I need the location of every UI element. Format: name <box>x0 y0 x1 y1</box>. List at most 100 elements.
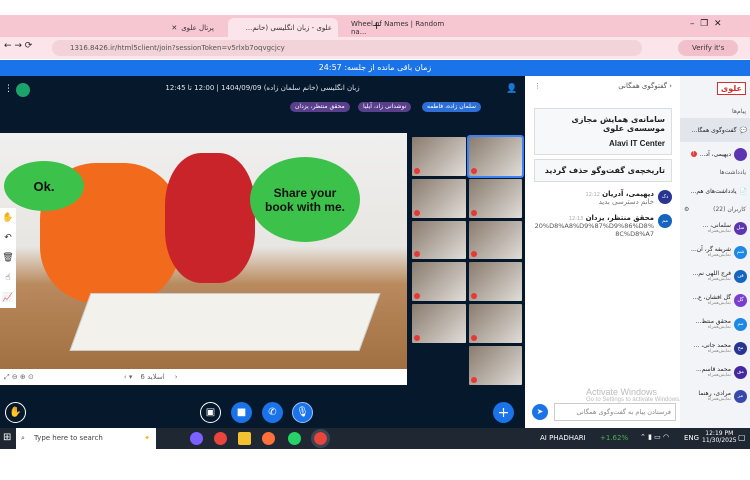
alavi-logo: علوی <box>716 82 746 95</box>
avatar: مج <box>734 341 747 355</box>
send-button[interactable]: ➤ <box>532 404 548 420</box>
windows-taskbar: ⊞ ⌕ Type here to search ✦ AI PHADHARI +1.6… <box>0 428 750 449</box>
firefox-icon[interactable] <box>262 432 275 445</box>
clock[interactable]: 12:19 PM 11/30/2025 <box>702 430 737 444</box>
talker-chip[interactable]: محقق منتظر، یزدان <box>290 102 350 112</box>
public-chat-item[interactable]: 💬 گفت‌وگوی همگا... <box>680 118 750 142</box>
mute-button[interactable]: 🎙 <box>292 402 313 423</box>
notification-icon[interactable]: ▢ <box>738 433 746 442</box>
tab-label: علوی - زبان انگلیسی (خانم... <box>245 23 332 32</box>
chat-message-input[interactable]: فرستادن پیام به گفت‌وگوی همگانی <box>554 403 676 421</box>
presentation-slide: Ok. Share your book with me. ✋ ↶ 🗑 ☝ 📈 ⤢ ⊖ ⊕… <box>0 133 407 385</box>
copilot-icon[interactable] <box>190 432 203 445</box>
tab-portal[interactable]: پرتال علوی ✕ <box>110 18 220 37</box>
language-indicator[interactable]: ENG <box>684 434 699 442</box>
gear-icon[interactable]: ⚙ <box>684 206 689 213</box>
avatar: دک <box>658 190 672 204</box>
window-controls[interactable]: – ❐ ✕ <box>690 19 722 29</box>
taskbar-search[interactable]: ⌕ Type here to search ✦ <box>16 428 156 449</box>
meeting-title: زبان انگلیسی (خانم سلمان زاده) 1404/09/0… <box>165 84 360 92</box>
webcam-tile[interactable] <box>412 262 466 302</box>
chat-message: مم محقق منتظر، یزدان 12:13 20%D8%A8%D9%87… <box>526 210 680 242</box>
camera-button[interactable]: ■ <box>231 402 252 423</box>
actions-button[interactable]: + <box>493 402 514 423</box>
user-status: نمایش‌همراه <box>707 373 731 378</box>
user-list-item[interactable]: فن فرج اللهی نم... نمایش‌همراه <box>680 264 750 288</box>
stock-ticker[interactable]: AI PHADHARI <box>540 434 586 442</box>
user-list-item[interactable]: مق محمد قاسم... نمایش‌همراه <box>680 360 750 384</box>
webcam-tile[interactable] <box>412 178 466 218</box>
presenter-chip[interactable]: سلمان زاده، فاطمه <box>422 102 482 112</box>
user-icon[interactable]: 👤 <box>506 84 517 94</box>
avatar <box>734 147 747 161</box>
camera-icon: ■ <box>236 407 247 418</box>
user-list-item[interactable]: سل سلمانی، ... نمایش‌همراه <box>680 216 750 240</box>
send-icon: ➤ <box>536 407 544 416</box>
webcam-tile[interactable] <box>468 178 522 218</box>
user-list-item[interactable]: مج محمد جانی، ... نمایش‌همراه <box>680 336 750 360</box>
fit-icon[interactable]: ⤢ ⊖ ⊕ ⊙ <box>4 373 34 382</box>
prev-slide-button[interactable]: ‹ ▾ <box>124 373 133 381</box>
tray-icons[interactable]: ⌃ ▮ ▭ ◠ <box>640 433 669 441</box>
leave-audio-button[interactable]: ✆ <box>262 402 283 423</box>
shared-notes-item[interactable]: 📄 یادداشت‌های هم... <box>680 179 750 203</box>
browser-tab-bar: پرتال علوی ✕ علوی - زبان انگلیسی (خانم...… <box>0 15 750 37</box>
webcam-tile[interactable] <box>466 135 524 178</box>
close-icon[interactable]: ✕ <box>171 24 177 32</box>
profile-button[interactable]: Verify it's you <box>678 40 738 68</box>
webcam-tile[interactable] <box>412 220 466 260</box>
user-name: محمد جانی، ... <box>693 342 731 349</box>
avatar: شم <box>734 245 747 259</box>
slide-selector[interactable]: اسلاید 6 <box>140 373 164 381</box>
tab-meeting[interactable]: علوی - زبان انگلیسی (خانم... <box>228 18 338 37</box>
undo-icon[interactable]: ↶ <box>4 233 12 243</box>
chat-options-icon[interactable]: ⋮ <box>534 82 541 90</box>
message-text: 20%D8%A8%D9%87%D9%86%D8%8C%D8%A7 <box>534 222 654 238</box>
webcam-tile[interactable] <box>412 137 466 176</box>
hand-icon: ✋ <box>9 407 22 418</box>
tab-label: Wheel of Names | Random na... <box>351 19 445 36</box>
slide-toolbar: ⤢ ⊖ ⊕ ⊙ ‹ ▾ اسلاید 6 › <box>0 369 407 385</box>
webcam-tile[interactable] <box>468 304 522 344</box>
chat-header[interactable]: ‹ گفتوگوی همگانی <box>618 82 672 90</box>
trash-icon[interactable]: 🗑 <box>2 253 13 263</box>
user-name: محمد قاسم... <box>695 366 731 373</box>
search-icon: ⌕ <box>21 434 25 442</box>
chrome-icon[interactable] <box>214 432 227 445</box>
webcam-tile[interactable] <box>412 304 466 344</box>
whatsapp-icon[interactable] <box>288 432 301 445</box>
screen-icon: ▣ <box>205 407 216 418</box>
url-input[interactable]: 1316.8426.ir/html5client/join?sessionTok… <box>52 40 642 56</box>
message-author: دیهیمی، آدریان <box>602 190 654 198</box>
user-name: گل افشان، ع... <box>692 294 731 301</box>
user-list-item[interactable]: مر مرادی، رهنما نمایش‌همراه <box>680 384 750 408</box>
message-text: خانم دسترسی بدید <box>598 198 654 206</box>
user-name: شریفه گر، آن... <box>691 246 731 253</box>
hand-tool-icon[interactable]: ✋ <box>2 213 13 223</box>
file-explorer-icon[interactable] <box>238 432 251 445</box>
chrome-active-icon[interactable] <box>311 429 330 448</box>
pointer-icon[interactable]: ☝ <box>5 273 10 283</box>
section-users: کاربران (22) ⚙ <box>680 203 750 216</box>
private-chat-item[interactable]: دیهیمی، آد...! <box>680 142 750 166</box>
user-list-sidebar: علوی پیام‌ها 💬 گفت‌وگوی همگا... دیهیمی، آ… <box>680 76 750 428</box>
new-tab-button[interactable]: + <box>372 19 381 32</box>
screen-share-button[interactable]: ▣ <box>200 402 221 423</box>
windows-start-icon[interactable]: ⊞ <box>3 432 11 443</box>
raise-hand-button[interactable]: ✋ <box>5 402 26 423</box>
tab-wheel[interactable]: Wheel of Names | Random na... <box>345 18 455 37</box>
webcam-tile[interactable] <box>468 220 522 260</box>
tab-label: پرتال علوی <box>181 23 214 32</box>
user-status: نمایش‌همراه <box>707 397 731 402</box>
webcam-tile[interactable] <box>468 262 522 302</box>
user-list-item[interactable]: شم شریفه گر، آن... نمایش‌همراه <box>680 240 750 264</box>
chart-icon[interactable]: 📈 <box>2 293 13 303</box>
talker-chip[interactable]: نوشدانی زاد، آیلیا <box>358 102 412 112</box>
slide-image <box>165 153 255 283</box>
user-list-item[interactable]: مم محقق منتظ... نمایش‌همراه <box>680 312 750 336</box>
nav-icons[interactable]: ← → ⟳ <box>4 41 32 51</box>
next-slide-button[interactable]: › <box>175 373 178 381</box>
user-list-item[interactable]: گل گل افشان، ع... نمایش‌همراه <box>680 288 750 312</box>
webcam-tile[interactable] <box>468 346 522 385</box>
chat-panel: ‹ گفتوگوی همگانی ⋮ سامانه‌ی همایش مجازی … <box>526 76 681 428</box>
